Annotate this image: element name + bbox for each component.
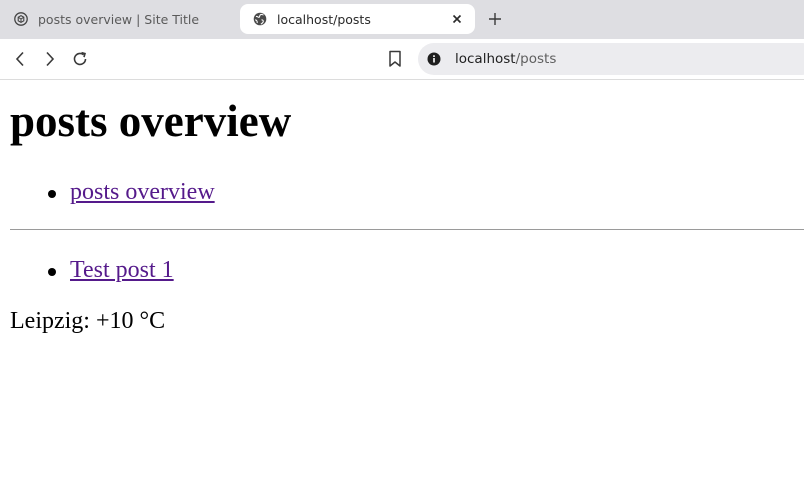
site-info-icon[interactable] (427, 52, 441, 66)
forward-arrow-icon[interactable] (40, 49, 60, 69)
reload-icon[interactable] (70, 49, 90, 69)
address-bar[interactable]: localhost/posts (418, 43, 804, 75)
back-arrow-icon[interactable] (10, 49, 30, 69)
nav-list: posts overview (10, 177, 215, 207)
tab-posts-overview[interactable]: posts overview | Site Title (0, 4, 236, 34)
post-link[interactable]: Test post 1 (70, 257, 174, 283)
tab-strip: posts overview | Site Title localhost/po… (0, 0, 804, 39)
list-item: Test post 1 (10, 255, 174, 285)
url-host: localhost (455, 51, 516, 67)
posts-list: Test post 1 (10, 255, 174, 285)
browser-toolbar: localhost/posts (0, 39, 804, 80)
tab-title: posts overview | Site Title (38, 11, 200, 27)
weather-text: Leipzig: +10 °C (10, 308, 166, 334)
site-favicon-icon (14, 12, 28, 26)
posts-overview-link[interactable]: posts overview (70, 179, 215, 205)
url-path: /posts (515, 51, 557, 67)
close-tab-icon[interactable] (449, 11, 465, 27)
page-title: posts overview (10, 96, 292, 146)
tab-localhost-posts[interactable]: localhost/posts (240, 4, 475, 34)
new-tab-plus-icon[interactable] (486, 10, 504, 28)
page-content: posts overview posts overview Test post … (0, 80, 804, 492)
bookmark-icon[interactable] (385, 49, 405, 69)
tab-title: localhost/posts (277, 11, 371, 27)
globe-icon (253, 12, 267, 26)
divider (10, 229, 804, 230)
list-item: posts overview (10, 177, 215, 207)
